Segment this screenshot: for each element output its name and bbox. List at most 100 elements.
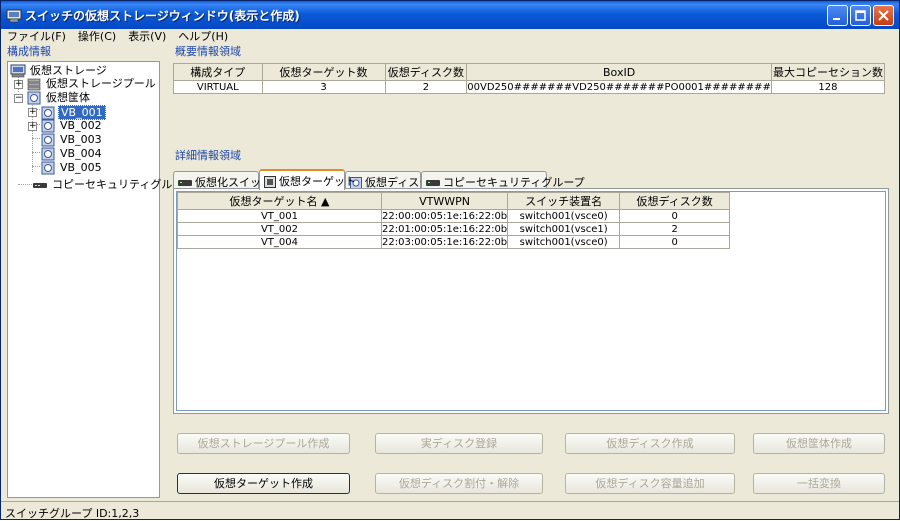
summary-row: VIRTUAL 3 2 00VD250#######VD250#######PO…	[173, 80, 886, 94]
tab-label: 仮想ターゲット	[279, 175, 356, 188]
virtual-box-icon	[41, 133, 55, 147]
tree-item-pool-label: 仮想ストレージプール	[46, 77, 156, 90]
tree-root-label: 仮想ストレージ	[30, 64, 107, 77]
maximize-button[interactable]	[850, 5, 871, 26]
tree-item-vb004-label: VB_004	[60, 147, 102, 160]
tree-root[interactable]: 仮想ストレージ	[10, 64, 109, 78]
tab-virtual-target[interactable]: 仮想ターゲット	[259, 169, 356, 190]
register-disk-button[interactable]: 実ディスク登録	[375, 433, 543, 454]
config-panel: 構成情報 仮想ストレージ + 仮想ストレージプール − 仮想筐体 + VB_00…	[3, 45, 194, 500]
tab-content: 仮想ターゲット名 ▲ VTWWPN スイッチ装置名 仮想ディスク数 VT_001…	[173, 188, 889, 414]
summary-table: 構成タイプ 仮想ターゲット数 仮想ディスク数 BoxID 最大コピーセション数 …	[173, 63, 886, 94]
tree-item-vb001-label: VB_001	[58, 105, 106, 120]
virtual-box-icon	[41, 161, 55, 175]
tree-item-vb003[interactable]: VB_003	[40, 133, 104, 147]
summary-cell: 00VD250#######VD250#######PO0001########	[466, 80, 772, 94]
table-row[interactable]: VT_001 22:00:00:05:1e:16:22:0b switch001…	[177, 209, 731, 223]
tree-item-vb001[interactable]: VB_001	[40, 105, 106, 120]
assign-disk-button[interactable]: 仮想ディスク割付・解除	[375, 473, 543, 494]
maximize-icon	[855, 10, 866, 21]
tab-virtual-switch[interactable]: 仮想化スイッチ	[173, 171, 272, 189]
virtual-box-icon	[41, 106, 55, 120]
table-row[interactable]: VT_004 22:03:00:05:1e:16:22:0b switch001…	[177, 235, 731, 249]
table-cell: 22:00:00:05:1e:16:22:0b	[380, 209, 509, 223]
create-virtual-disk-button[interactable]: 仮想ディスク作成	[565, 433, 735, 454]
menu-file[interactable]: ファイル(F)	[1, 29, 72, 45]
table-cell: 0	[619, 209, 731, 223]
switch-icon	[178, 180, 192, 186]
config-tree: 仮想ストレージ + 仮想ストレージプール − 仮想筐体 + VB_001 + V…	[7, 61, 194, 498]
summary-header: 仮想ターゲット数	[261, 63, 386, 81]
table-cell: 22:03:00:05:1e:16:22:0b	[380, 235, 509, 249]
config-section-title: 構成情報	[7, 45, 51, 58]
close-icon	[878, 10, 889, 21]
status-bar: スイッチグループ ID:1,2,3	[1, 501, 899, 520]
expand-toggle-vb001[interactable]: +	[28, 108, 37, 117]
virtual-box-icon	[41, 147, 55, 161]
table-cell: switch001(vsce0)	[507, 235, 621, 249]
virtual-target-icon	[264, 176, 276, 188]
storage-pool-icon	[27, 78, 41, 91]
bulk-convert-button[interactable]: 一括変換	[753, 473, 885, 494]
column-header-disk-count[interactable]: 仮想ディスク数	[619, 192, 731, 210]
storage-app-icon	[6, 9, 22, 23]
column-header-switch[interactable]: スイッチ装置名	[507, 192, 621, 210]
table-cell: 0	[619, 235, 731, 249]
summary-cell: 2	[384, 80, 468, 94]
main-panel: 概要情報領域 構成タイプ 仮想ターゲット数 仮想ディスク数 BoxID 最大コピ…	[169, 45, 891, 500]
tree-item-enclosure[interactable]: 仮想筐体	[26, 91, 92, 105]
minimize-button[interactable]	[827, 5, 848, 26]
create-enclosure-button[interactable]: 仮想筐体作成	[753, 433, 885, 454]
switch-icon	[33, 183, 47, 188]
tree-item-vb002-label: VB_002	[60, 119, 102, 132]
tree-item-vb005[interactable]: VB_005	[40, 161, 104, 175]
minimize-icon	[833, 18, 840, 20]
create-virtual-target-button[interactable]: 仮想ターゲット作成	[177, 473, 350, 494]
title-bar: スイッチの仮想ストレージウィンドウ(表示と作成)	[1, 1, 899, 29]
tree-item-vb003-label: VB_003	[60, 133, 102, 146]
virtual-enclosure-icon	[27, 91, 41, 105]
virtual-box-icon	[41, 119, 55, 133]
table-cell: 22:01:00:05:1e:16:22:0b	[380, 222, 509, 236]
menu-operation[interactable]: 操作(C)	[72, 29, 122, 45]
app-window: スイッチの仮想ストレージウィンドウ(表示と作成) ファイル(F) 操作(C) 表示(…	[0, 0, 900, 520]
close-button[interactable]	[873, 5, 894, 26]
table-cell: VT_002	[177, 222, 382, 236]
summary-cell: VIRTUAL	[173, 80, 263, 94]
window-title: スイッチの仮想ストレージウィンドウ(表示と作成)	[25, 9, 300, 23]
menu-view[interactable]: 表示(V)	[122, 29, 172, 45]
tab-copy-security-group[interactable]: コピーセキュリティグループ	[421, 171, 585, 189]
menu-bar: ファイル(F) 操作(C) 表示(V) ヘルプ(H)	[1, 29, 899, 45]
expand-disk-button[interactable]: 仮想ディスク容量追加	[565, 473, 735, 494]
table-row[interactable]: VT_002 22:01:00:05:1e:16:22:0b switch001…	[177, 222, 731, 236]
table-cell: VT_001	[177, 209, 382, 223]
tree-item-vb002[interactable]: VB_002	[40, 119, 104, 133]
status-text: スイッチグループ ID:1,2,3	[5, 507, 140, 520]
tree-item-vb004[interactable]: VB_004	[40, 147, 104, 161]
detail-section-title: 詳細情報領域	[175, 149, 241, 162]
tree-item-pool[interactable]: 仮想ストレージプール	[26, 77, 158, 91]
virtual-target-grid: 仮想ターゲット名 ▲ VTWWPN スイッチ装置名 仮想ディスク数 VT_001…	[176, 191, 886, 411]
menu-help[interactable]: ヘルプ(H)	[172, 29, 234, 45]
tab-virtual-disk[interactable]: 仮想ディスク	[345, 171, 430, 189]
table-cell: VT_004	[177, 235, 382, 249]
summary-section-title: 概要情報領域	[175, 45, 241, 58]
tree-item-vb005-label: VB_005	[60, 161, 102, 174]
summary-cell: 3	[261, 80, 386, 94]
summary-header: 構成タイプ	[173, 63, 263, 81]
table-cell: switch001(vsce1)	[507, 222, 621, 236]
column-header-target-name[interactable]: 仮想ターゲット名 ▲	[177, 192, 382, 210]
expand-toggle-vb002[interactable]: +	[28, 122, 37, 131]
summary-header: BoxID	[466, 63, 772, 81]
tree-item-enclosure-label: 仮想筐体	[46, 91, 90, 104]
summary-header: 最大コピーセション数	[770, 63, 886, 81]
virtual-target-table: 仮想ターゲット名 ▲ VTWWPN スイッチ装置名 仮想ディスク数 VT_001…	[177, 192, 731, 249]
table-cell: 2	[619, 222, 731, 236]
create-pool-button[interactable]: 仮想ストレージプール作成	[177, 433, 350, 454]
column-header-vtwwpn[interactable]: VTWWPN	[380, 192, 509, 210]
summary-header: 仮想ディスク数	[384, 63, 468, 81]
collapse-toggle-enclosure[interactable]: −	[14, 94, 23, 103]
table-cell: switch001(vsce0)	[507, 209, 621, 223]
expand-toggle-pool[interactable]: +	[14, 80, 23, 89]
switch-icon	[426, 180, 440, 186]
